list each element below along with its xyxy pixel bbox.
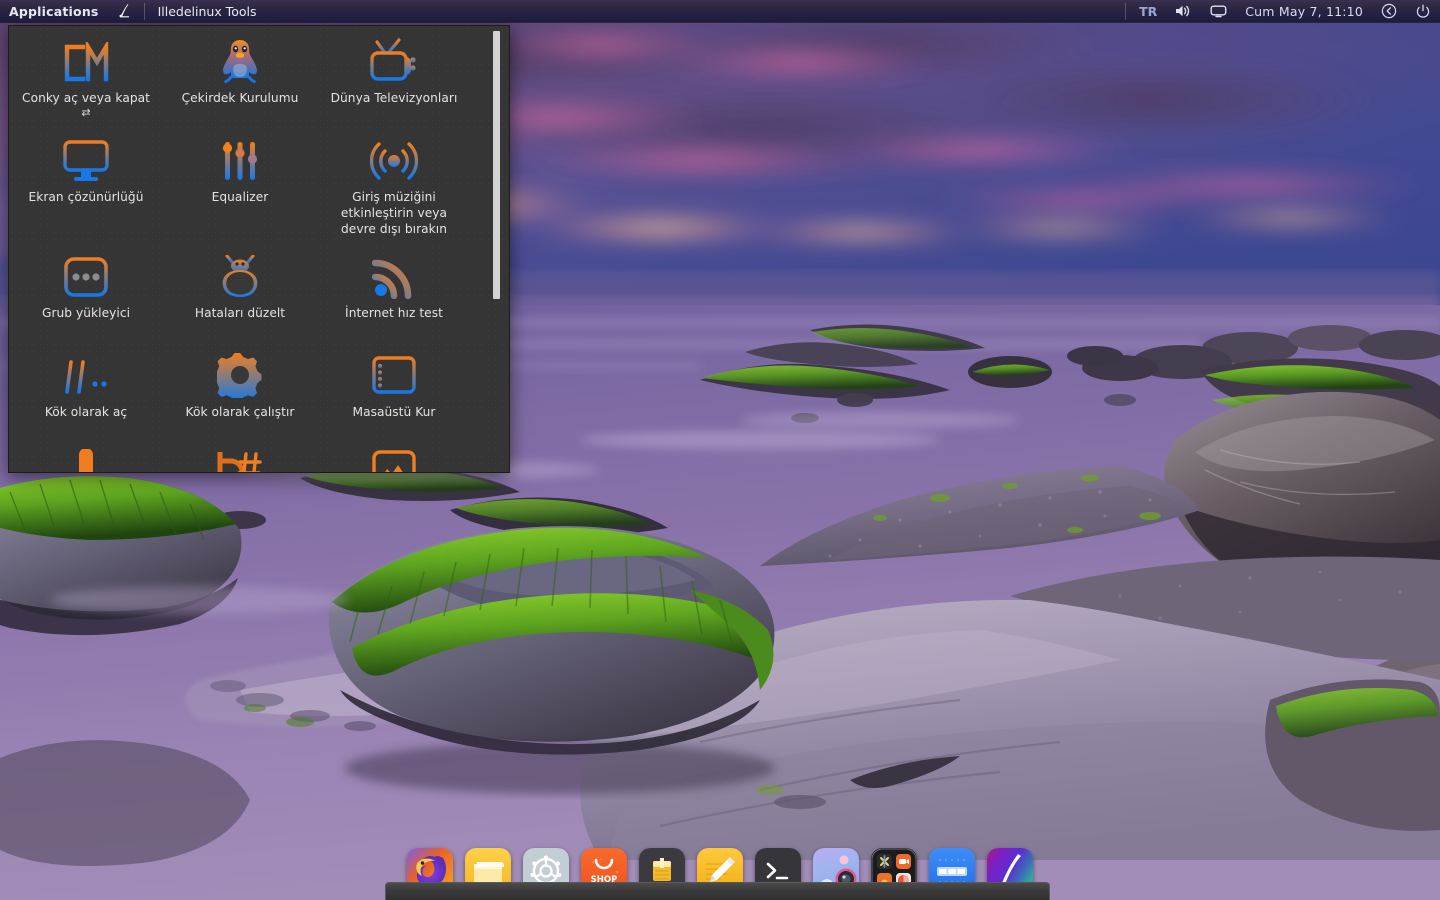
tray-divider <box>1125 3 1126 20</box>
clock[interactable]: Cum May 7, 11:10 <box>1236 0 1372 22</box>
window-title-button[interactable]: Illedelinux Tools <box>149 0 266 22</box>
tool-item-open-as-root[interactable]: Kök olarak aç <box>9 340 163 439</box>
bug-icon <box>214 251 266 299</box>
illedelinux-tools-panel[interactable]: Conky aç veya kapat ⇄ Çekirdek <box>8 25 510 473</box>
clock-label: Cum May 7, 11:10 <box>1245 4 1363 19</box>
hash-terminal-icon <box>60 350 112 398</box>
keyboard-layout-label: TR <box>1139 4 1157 19</box>
tools-grid: Conky aç veya kapat ⇄ Çekirdek <box>9 26 494 473</box>
partial-icon-2 <box>214 449 266 473</box>
tool-item-conky[interactable]: Conky aç veya kapat ⇄ <box>9 26 163 125</box>
power-button-glyph <box>1415 3 1431 19</box>
tool-item-equalizer[interactable]: Equalizer <box>163 125 317 241</box>
tools-panel-scrollbar[interactable] <box>493 30 500 471</box>
tools-panel-scrollbar-thumb[interactable] <box>493 31 500 299</box>
tool-sublabel: ⇄ <box>81 107 90 118</box>
partial-icon-1 <box>60 449 112 473</box>
tool-item-kernel-install[interactable]: Çekirdek Kurulumu <box>163 26 317 125</box>
tool-label: Kök olarak çalıştır <box>186 404 295 420</box>
sound-waves-icon <box>368 135 420 183</box>
window-title-label: Illedelinux Tools <box>158 4 257 19</box>
tool-item-install-desktop[interactable]: Masaüstü Kur <box>317 340 471 439</box>
conky-cm-logo-icon <box>60 36 112 84</box>
bottom-window-list-panel[interactable] <box>385 882 1050 900</box>
pencil-brand-icon[interactable] <box>108 0 140 22</box>
tool-label: Masaüstü Kur <box>353 404 436 420</box>
tool-item-world-tv[interactable]: Dünya Televizyonları <box>317 26 471 125</box>
tool-item-partial-1[interactable] <box>9 439 163 473</box>
monitor-icon <box>60 135 112 183</box>
television-icon <box>368 36 420 84</box>
tool-label: Ekran çözünürlüğü <box>29 189 144 205</box>
keyboard-layout-indicator[interactable]: TR <box>1130 0 1166 22</box>
speaker-volume-icon[interactable] <box>1166 0 1201 22</box>
wifi-signal-icon <box>368 251 420 299</box>
tool-item-run-as-root[interactable]: Kök olarak çalıştır <box>163 340 317 439</box>
pencil-brand-glyph <box>117 3 131 19</box>
desktop-layout-icon <box>368 350 420 398</box>
equalizer-sliders-icon <box>214 135 266 183</box>
tool-label: Dünya Televizyonları <box>331 90 458 106</box>
tool-item-internet-speed-test[interactable]: İnternet hız test <box>317 241 471 340</box>
tool-item-login-sound[interactable]: Giriş müziğini etkinleştirin veya devre … <box>317 125 471 241</box>
top-panel: Applications Illedelinux Tools TR <box>0 0 1440 22</box>
circle-back-arrow-glyph <box>1381 3 1397 19</box>
gear-cog-icon <box>214 350 266 398</box>
tool-label: Hataları düzelt <box>195 305 285 321</box>
applications-menu-button[interactable]: Applications <box>0 0 108 22</box>
tool-label: Giriş müziğini etkinleştirin veya devre … <box>322 189 466 237</box>
grub-dots-box-icon <box>60 251 112 299</box>
tool-label: İnternet hız test <box>345 305 443 321</box>
display-monitor-icon[interactable] <box>1201 0 1236 22</box>
display-monitor-glyph <box>1210 4 1227 18</box>
tool-label: Kök olarak aç <box>45 404 127 420</box>
tool-item-screen-resolution[interactable]: Ekran çözünürlüğü <box>9 125 163 241</box>
tool-item-partial-2[interactable] <box>163 439 317 473</box>
tool-label: Equalizer <box>212 189 269 205</box>
tool-label: Grub yükleyici <box>42 305 130 321</box>
tool-label: Çekirdek Kurulumu <box>182 90 299 106</box>
power-button-icon[interactable] <box>1406 0 1440 22</box>
speaker-volume-glyph <box>1175 4 1192 18</box>
tool-item-grub-installer[interactable]: Grub yükleyici <box>9 241 163 340</box>
tux-penguin-icon <box>214 36 266 84</box>
top-panel-tray: TR Cum May 7, 11:10 <box>1121 0 1440 22</box>
circle-back-arrow-icon[interactable] <box>1372 0 1406 22</box>
tool-label: Conky aç veya kapat <box>22 90 150 106</box>
tool-item-fix-errors[interactable]: Hataları düzelt <box>163 241 317 340</box>
applications-menu-label: Applications <box>9 4 99 19</box>
tool-item-partial-3[interactable] <box>317 439 471 473</box>
panel-divider <box>144 3 145 20</box>
partial-icon-3 <box>368 449 420 473</box>
